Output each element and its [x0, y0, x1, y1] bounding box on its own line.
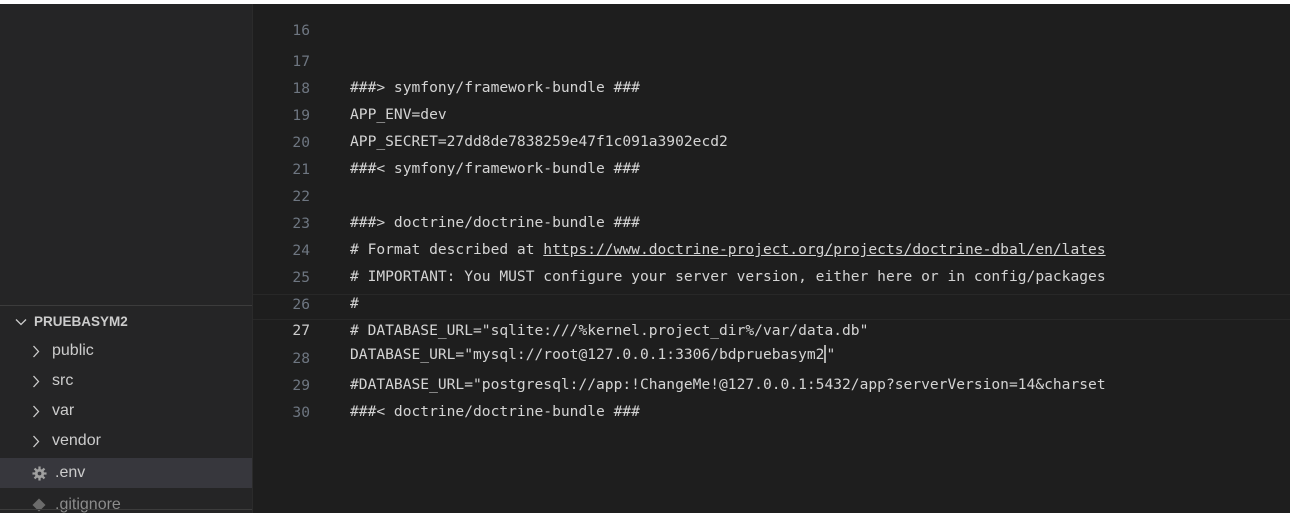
code-line: 25 # [253, 239, 1290, 312]
explorer-section-title: PRUEBASYM2 [34, 314, 128, 329]
tree-folder-public[interactable]: public [0, 336, 252, 366]
sidebar-divider [0, 509, 252, 510]
line-text: ###< doctrine/doctrine-bundle ### [350, 403, 640, 420]
code-line: 20 ###< symfony/framework-bundle ### [253, 104, 1290, 177]
tree-item-label: var [52, 402, 75, 419]
code-line: 18 APP_ENV=dev [253, 50, 1290, 123]
chevron-right-icon [28, 435, 44, 448]
window-edge [1290, 0, 1302, 513]
code-line: 21 [253, 131, 1290, 178]
gear-icon [31, 465, 47, 481]
code-line: 19 APP_SECRET=27dd8de7838259e47f1c091a39… [253, 77, 1290, 150]
tree-item-label: src [52, 372, 74, 389]
tree-item-label: .env [55, 464, 86, 481]
tree-folder-vendor[interactable]: vendor [0, 426, 252, 456]
code-editor[interactable]: 16 17 ###> symfony/framework-bundle ### … [253, 0, 1290, 513]
explorer-sidebar: PRUEBASYM2 public src var vendor .env .g… [0, 0, 252, 513]
tree-item-label: vendor [52, 432, 101, 449]
line-number: 30 [292, 404, 310, 421]
tree-file-env[interactable]: .env [0, 458, 252, 488]
code-line: 24 # IMPORTANT: You MUST configure your … [253, 212, 1290, 285]
code-line: 29 ###< doctrine/doctrine-bundle ### [253, 347, 1290, 420]
tree-folder-src[interactable]: src [0, 366, 252, 396]
code-line: 17 ###> symfony/framework-bundle ### [253, 23, 1290, 96]
code-line: 28 #DATABASE_URL="postgresql://app:!Chan… [253, 320, 1290, 393]
tree-item-label: .gitignore [55, 496, 121, 513]
code-line: 26 # DATABASE_URL="sqlite:///%kernel.pro… [253, 266, 1290, 339]
tree-folder-var[interactable]: var [0, 396, 252, 426]
current-code-line: 27 DATABASE_URL="mysql://root@127.0.0.1:… [253, 294, 1290, 363]
chevron-right-icon [28, 405, 44, 418]
vscode-window: PRUEBASYM2 public src var vendor .env .g… [0, 0, 1302, 513]
code-line: 22 ###> doctrine/doctrine-bundle ### [253, 158, 1290, 231]
explorer-section-header[interactable]: PRUEBASYM2 [0, 305, 252, 337]
chevron-right-icon [28, 345, 44, 358]
chevron-down-icon [12, 318, 30, 326]
window-edge-top [0, 0, 1302, 4]
code-line: 23 # Format described at https://www.doc… [253, 185, 1290, 258]
chevron-right-icon [28, 375, 44, 388]
tree-item-label: public [52, 342, 94, 359]
code-line: 30 [253, 374, 1290, 421]
